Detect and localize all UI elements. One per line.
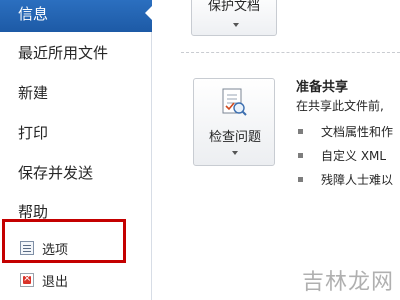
protect-document-label: 保护文档 [207,0,260,14]
protect-document-button[interactable]: 保护文档 [191,0,277,36]
nav-item-exit[interactable]: 退出 [0,266,152,294]
inspect-document-icon [222,88,247,116]
nav-item-print[interactable]: 打印 [0,114,152,150]
nav-item-options[interactable]: 选项 [0,234,152,262]
list-item-text: 自定义 XML [321,149,387,163]
dropdown-arrow-icon [233,23,239,27]
backstage-nav: 信息 最近所用文件 新建 打印 保存并发送 帮助 选项 退出 [0,0,153,300]
nav-item-exit-label: 退出 [42,274,69,290]
options-icon [20,241,34,255]
nav-item-new[interactable]: 新建 [0,74,152,110]
list-item: 文档属性和作 [298,123,393,140]
check-for-issues-label: 检查问题 [208,130,261,145]
section-divider [181,52,400,53]
prepare-sharing-title: 准备共享 [296,80,349,95]
nav-item-save-send[interactable]: 保存并发送 [0,154,152,190]
nav-item-options-label: 选项 [42,242,69,258]
nav-item-help[interactable]: 帮助 [0,193,152,229]
nav-item-print-label: 打印 [18,123,49,142]
exit-icon [20,272,34,287]
bullet-icon [298,129,303,134]
nav-item-recent-label: 最近所用文件 [18,43,109,62]
bullet-icon [298,177,303,182]
list-item: 残障人士难以 [298,171,393,188]
nav-item-recent[interactable]: 最近所用文件 [0,34,152,70]
bullet-icon [298,153,303,158]
list-item-text: 残障人士难以 [321,173,394,187]
nav-item-save-send-label: 保存并发送 [18,163,94,182]
nav-item-help-label: 帮助 [18,202,49,221]
prepare-sharing-description: 在共享此文件前, [296,99,384,113]
list-item-text: 文档属性和作 [321,125,394,139]
info-content-pane: 保护文档 检查问题 准备共享 在共享此文件前, 文档属性和作 自定义 XML 残… [153,0,400,300]
list-item: 自定义 XML [298,147,386,164]
dropdown-arrow-icon [232,151,238,155]
watermark: 吉林龙网 [301,270,394,295]
nav-item-info-label: 信息 [18,4,49,23]
nav-item-new-label: 新建 [18,83,49,102]
check-for-issues-button[interactable]: 检查问题 [193,78,275,166]
nav-item-info[interactable]: 信息 [0,0,153,32]
